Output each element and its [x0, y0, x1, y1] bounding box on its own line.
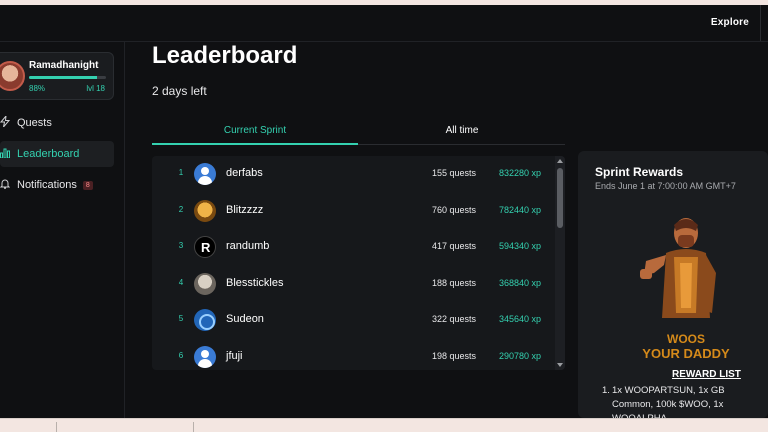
reward-list-title: REWARD LIST: [672, 369, 741, 380]
sidebar-item-quests[interactable]: Quests: [0, 110, 114, 136]
quest-count: 188 quests: [431, 277, 476, 288]
table-row[interactable]: 5 Sudeon 322 quests 345640 xp: [152, 302, 552, 338]
user-avatar: [194, 163, 216, 185]
rank-number: 3: [178, 241, 184, 250]
tab-current-sprint[interactable]: Current Sprint: [152, 121, 358, 145]
taskbar-divider: [193, 422, 194, 432]
r-logo-icon: R: [201, 240, 211, 255]
quest-count: 417 quests: [431, 241, 476, 251]
player-name: Blitzzzz: [226, 203, 264, 216]
reward-item-text: 1x WOOPARTSUN, 1x GB Common, 100k $WOO, …: [612, 385, 725, 418]
player-name: jfuji: [226, 349, 243, 362]
rank-number: 6: [178, 350, 184, 360]
reward-artwork-image: WOOS YOUR DADDY: [640, 218, 730, 361]
xp-total: 594340 xp: [498, 241, 541, 251]
sprint-rewards-panel: Sprint Rewards Ends June 1 at 7:00:00 AM…: [578, 151, 768, 418]
sidebar: Ramadhanight 88% lvl 18 Quests Leaderboa…: [0, 42, 125, 418]
explore-link[interactable]: Explore: [711, 17, 749, 28]
bar-chart-icon: [0, 148, 17, 161]
rewards-end-time: Ends June 1 at 7:00:00 AM GMT+7: [595, 181, 736, 191]
level-label: lvl 18: [86, 84, 105, 93]
xp-total: 782440 xp: [498, 204, 541, 215]
page-title: Leaderboard: [152, 42, 298, 69]
reward-list-item: 1. 1x WOOPARTSUN, 1x GB Common, 100k $WO…: [602, 384, 744, 418]
xp-total: 368840 xp: [498, 277, 541, 288]
top-right-divider: [760, 5, 768, 41]
reward-item-number: 1.: [602, 385, 610, 396]
rank-number: 4: [178, 277, 184, 287]
bell-icon: [0, 178, 17, 192]
lightning-icon: [0, 114, 17, 130]
top-bar: Explore: [0, 0, 768, 42]
table-row[interactable]: 4 Blesstickles 188 quests 368840 xp: [152, 266, 552, 302]
quest-count: 155 quests: [431, 168, 476, 178]
player-name: derfabs: [226, 167, 263, 179]
sidebar-item-label: Notifications: [17, 179, 77, 191]
notification-count-badge: 8: [82, 180, 93, 190]
user-avatar: [194, 272, 216, 295]
quest-count: 322 quests: [431, 314, 476, 324]
table-row[interactable]: 3 R randumb 417 quests 594340 xp: [152, 229, 552, 265]
table-row[interactable]: 2 Blitzzzz 760 quests 782440 xp: [152, 193, 552, 229]
leaderboard-tabs: Current Sprint All time: [152, 121, 565, 145]
leaderboard-scrollbar[interactable]: [555, 156, 565, 370]
player-name: randumb: [226, 240, 270, 252]
xp-total: 345640 xp: [498, 314, 541, 324]
xp-total: 832280 xp: [498, 168, 541, 178]
table-row[interactable]: 6 jfuji 198 quests 290780 xp: [152, 339, 552, 371]
player-name: Blesstickles: [226, 276, 284, 289]
sidebar-item-notifications[interactable]: Notifications 8: [0, 172, 114, 198]
xp-percent: 88%: [29, 84, 46, 93]
rank-number: 5: [178, 314, 184, 323]
scroll-down-arrow-icon[interactable]: [557, 363, 563, 367]
scroll-up-arrow-icon[interactable]: [557, 159, 563, 163]
time-remaining: 2 days left: [152, 84, 207, 98]
user-avatar: R: [194, 236, 216, 258]
rewards-title: Sprint Rewards: [595, 165, 684, 179]
xp-progress-bar: [29, 76, 106, 79]
tab-all-time[interactable]: All time: [359, 121, 565, 145]
username: Ramadhanight: [29, 60, 99, 71]
xp-total: 290780 xp: [498, 350, 541, 361]
rank-number: 2: [178, 204, 184, 214]
rank-number: 1: [178, 168, 184, 177]
taskbar-divider: [56, 422, 57, 432]
quest-count: 198 quests: [431, 350, 476, 361]
sidebar-item-label: Quests: [17, 117, 52, 129]
artwork-text-line2: YOUR DADDY: [642, 346, 730, 361]
artwork-text-line1: WOOS: [667, 332, 705, 346]
avatar: [0, 61, 25, 91]
user-avatar: [194, 345, 216, 368]
sidebar-item-leaderboard[interactable]: Leaderboard: [0, 141, 114, 167]
xp-progress-fill: [29, 76, 97, 79]
scroll-thumb[interactable]: [557, 168, 563, 228]
profile-card[interactable]: Ramadhanight 88% lvl 18: [0, 52, 114, 100]
quest-count: 760 quests: [431, 204, 476, 215]
user-avatar: [194, 309, 216, 331]
leaderboard-list: 1 derfabs 155 quests 832280 xp 2 Blitzzz…: [152, 156, 565, 370]
sidebar-item-label: Leaderboard: [17, 148, 80, 160]
user-avatar: [194, 199, 216, 222]
table-row[interactable]: 1 derfabs 155 quests 832280 xp: [152, 156, 552, 192]
taskbar: [0, 418, 768, 432]
player-name: Sudeon: [226, 313, 264, 325]
